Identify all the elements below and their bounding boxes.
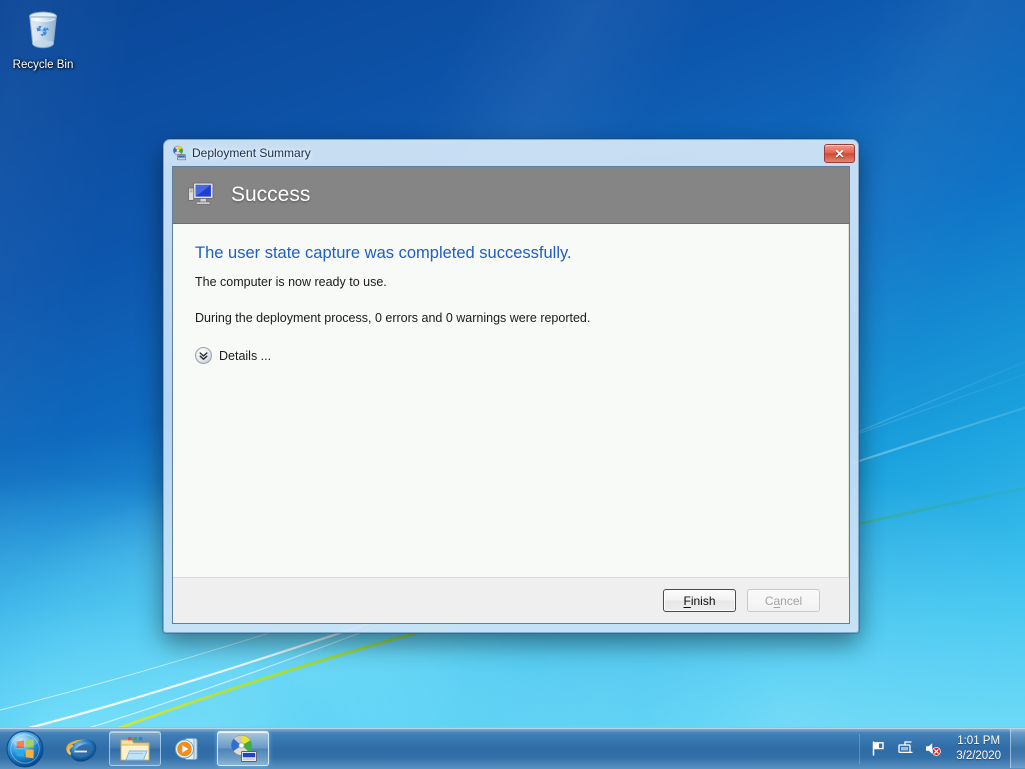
close-icon: ✕ (834, 146, 845, 161)
dialog-client-area: Success The user state capture was compl… (172, 166, 850, 624)
network-icon[interactable] (897, 740, 914, 757)
ready-message: The computer is now ready to use. (195, 275, 387, 289)
start-button[interactable] (1, 729, 49, 768)
taskbar-item-internet-explorer[interactable] (55, 731, 107, 766)
volume-muted-icon[interactable] (924, 740, 942, 757)
taskbar-item-windows-explorer[interactable] (109, 731, 161, 766)
desktop-icon-label: Recycle Bin (12, 59, 74, 71)
dialog-content: The user state capture was completed suc… (173, 224, 849, 577)
dialog-title: Deployment Summary (192, 145, 311, 160)
taskbar[interactable]: 1:01 PM 3/2/2020 (0, 727, 1025, 769)
taskbar-items (55, 731, 269, 766)
internet-explorer-icon (66, 739, 97, 762)
media-player-icon (175, 737, 198, 760)
dialog-titlebar[interactable]: Deployment Summary ✕ (163, 139, 859, 166)
dialog-banner: Success (173, 167, 849, 224)
desktop[interactable]: Recycle Bin Deployment Summary ✕ Success… (0, 0, 1025, 769)
finish-button-label: Finish (683, 594, 715, 608)
computer-monitor-icon (188, 182, 214, 205)
system-tray: 1:01 PM 3/2/2020 (859, 728, 1025, 769)
dialog-footer: Finish CCancel (173, 577, 849, 623)
success-headline: The user state capture was completed suc… (195, 244, 572, 262)
recycle-bin-icon (29, 11, 57, 49)
clock[interactable]: 1:01 PM 3/2/2020 (952, 734, 1010, 764)
deployment-icon (230, 735, 257, 762)
cancel-button[interactable]: CCancel (747, 589, 820, 612)
taskbar-item-windows-media-player[interactable] (163, 731, 215, 766)
finish-accesskey: F (683, 593, 691, 608)
clock-date: 3/2/2020 (956, 749, 1001, 762)
chevron-double-down-icon (195, 347, 212, 364)
folder-icon (120, 736, 150, 760)
clock-time: 1:01 PM (957, 734, 1001, 747)
cancel-button-label: CCancel (764, 593, 803, 608)
banner-title: Success (231, 183, 311, 206)
close-button[interactable]: ✕ (824, 144, 855, 163)
deployment-icon (173, 145, 186, 160)
error-warning-summary: During the deployment process, 0 errors … (195, 311, 591, 325)
desktop-icon-recycle-bin[interactable]: Recycle Bin (6, 6, 80, 72)
deployment-summary-dialog[interactable]: Deployment Summary ✕ Success The user st… (163, 139, 859, 633)
details-expander[interactable]: Details ... (195, 347, 271, 364)
finish-button-rest: inish (690, 593, 716, 608)
finish-button[interactable]: Finish (663, 589, 736, 612)
windows-start-orb-icon (6, 730, 44, 767)
details-label: Details ... (219, 348, 272, 363)
show-desktop-button[interactable] (1010, 729, 1025, 768)
action-center-flag-icon[interactable] (870, 740, 887, 757)
tray-icons (859, 733, 952, 764)
taskbar-item-deployment-wizard[interactable] (217, 731, 269, 766)
